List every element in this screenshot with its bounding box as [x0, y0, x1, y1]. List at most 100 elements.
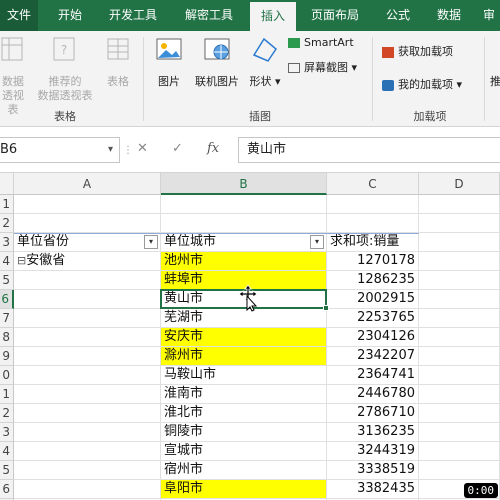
- sales-value-cell[interactable]: 2304126: [327, 328, 419, 347]
- cell[interactable]: [419, 404, 500, 423]
- cell[interactable]: [14, 309, 161, 328]
- row-header[interactable]: 2: [0, 404, 14, 423]
- cell[interactable]: [419, 328, 500, 347]
- cell[interactable]: [419, 347, 500, 366]
- cell[interactable]: [419, 290, 500, 309]
- picture-button[interactable]: 图片: [152, 35, 186, 89]
- cell[interactable]: [419, 214, 500, 233]
- row-header[interactable]: 4: [0, 252, 14, 271]
- cell[interactable]: [419, 271, 500, 290]
- cell[interactable]: [14, 404, 161, 423]
- collapse-icon[interactable]: ⊟: [17, 254, 26, 267]
- cell[interactable]: [14, 271, 161, 290]
- cell[interactable]: [419, 366, 500, 385]
- sales-value-cell[interactable]: 3338519: [327, 461, 419, 480]
- shapes-button[interactable]: 形状 ▾: [246, 35, 284, 89]
- sales-value-cell[interactable]: 3136235: [327, 423, 419, 442]
- pivot-header-sum[interactable]: 求和项:销量: [327, 233, 419, 252]
- formula-input[interactable]: 黄山市: [238, 137, 500, 163]
- tab-file[interactable]: 文件: [0, 0, 38, 31]
- cell[interactable]: [419, 252, 500, 271]
- fill-handle[interactable]: [323, 305, 329, 311]
- cell[interactable]: [14, 480, 161, 499]
- row-header[interactable]: 1: [0, 385, 14, 404]
- cell[interactable]: [161, 214, 327, 233]
- row-header[interactable]: 5: [0, 461, 14, 480]
- column-header-b[interactable]: B: [161, 173, 327, 195]
- pivot-table-button[interactable]: 数据 透视表: [0, 35, 26, 117]
- row-header[interactable]: 5: [0, 271, 14, 290]
- table-button[interactable]: 表格: [103, 35, 133, 89]
- smartart-button[interactable]: SmartArt: [288, 36, 368, 50]
- city-cell[interactable]: 阜阳市: [161, 480, 327, 499]
- cell[interactable]: [14, 461, 161, 480]
- row-header[interactable]: 6: [0, 480, 14, 499]
- tab-review[interactable]: 审: [478, 0, 500, 31]
- sales-value-cell[interactable]: 2446780: [327, 385, 419, 404]
- select-all-corner[interactable]: [0, 173, 14, 195]
- pivot-header-city[interactable]: 单位城市: [161, 233, 327, 252]
- cell[interactable]: [14, 347, 161, 366]
- column-header-d[interactable]: D: [419, 173, 500, 195]
- cell[interactable]: [419, 195, 500, 214]
- tab-developer[interactable]: 开发工具: [103, 0, 163, 31]
- cell[interactable]: [419, 385, 500, 404]
- cell[interactable]: [14, 366, 161, 385]
- online-picture-button[interactable]: 联机图片: [191, 35, 243, 89]
- enter-icon[interactable]: ✓: [172, 141, 183, 156]
- row-header[interactable]: 0: [0, 366, 14, 385]
- my-addins-button[interactable]: 我的加载项 ▾: [382, 78, 476, 92]
- sales-value-cell[interactable]: 2253765: [327, 309, 419, 328]
- row-header[interactable]: 9: [0, 347, 14, 366]
- sales-value-cell[interactable]: 2786710: [327, 404, 419, 423]
- city-cell[interactable]: 池州市: [161, 252, 327, 271]
- sales-value-cell[interactable]: 3244319: [327, 442, 419, 461]
- sales-value-cell[interactable]: 3382435: [327, 480, 419, 499]
- row-header[interactable]: 3: [0, 233, 14, 252]
- tab-data[interactable]: 数据: [428, 0, 470, 31]
- sales-value-cell[interactable]: 2002915: [327, 290, 419, 309]
- worksheet-grid[interactable]: A B C D 1 2 3 单位省份 单位城市 求和项:销量 4 ⊟安徽省 池州市 1270178…: [0, 173, 500, 500]
- pivot-header-province[interactable]: 单位省份: [14, 233, 161, 252]
- partial-ribbon-button[interactable]: 推: [490, 75, 500, 89]
- insert-function-icon[interactable]: fx: [207, 141, 219, 156]
- cell[interactable]: [327, 195, 419, 214]
- screenshot-button[interactable]: 屏幕截图 ▾: [288, 61, 368, 75]
- row-header[interactable]: 2: [0, 214, 14, 233]
- cancel-icon[interactable]: ✕: [137, 141, 148, 156]
- row-header[interactable]: 4: [0, 442, 14, 461]
- sales-value-cell[interactable]: 1286235: [327, 271, 419, 290]
- cell[interactable]: [419, 233, 500, 252]
- tab-formulas[interactable]: 公式: [378, 0, 418, 31]
- cell[interactable]: [419, 423, 500, 442]
- cell[interactable]: [14, 290, 161, 309]
- city-cell[interactable]: 宿州市: [161, 461, 327, 480]
- cell[interactable]: [419, 309, 500, 328]
- filter-dropdown-icon[interactable]: ▾: [144, 235, 158, 249]
- cell[interactable]: [161, 195, 327, 214]
- cell[interactable]: [14, 442, 161, 461]
- city-cell[interactable]: 滁州市: [161, 347, 327, 366]
- cell[interactable]: [14, 423, 161, 442]
- cell[interactable]: [419, 442, 500, 461]
- cell[interactable]: [14, 385, 161, 404]
- column-header-a[interactable]: A: [14, 173, 161, 195]
- city-cell[interactable]: 铜陵市: [161, 423, 327, 442]
- row-header[interactable]: 7: [0, 309, 14, 328]
- row-header[interactable]: 3: [0, 423, 14, 442]
- column-header-c[interactable]: C: [327, 173, 419, 195]
- sales-value-cell[interactable]: 2342207: [327, 347, 419, 366]
- sales-value-cell[interactable]: 1270178: [327, 252, 419, 271]
- name-box[interactable]: B6 ▾: [0, 137, 120, 163]
- cell[interactable]: [14, 328, 161, 347]
- cell[interactable]: [419, 461, 500, 480]
- city-cell[interactable]: 安庆市: [161, 328, 327, 347]
- chevron-down-icon[interactable]: ▾: [108, 138, 113, 162]
- tab-home[interactable]: 开始: [50, 0, 90, 31]
- tab-page-layout[interactable]: 页面布局: [303, 0, 367, 31]
- city-cell[interactable]: 马鞍山市: [161, 366, 327, 385]
- row-header[interactable]: 6: [0, 290, 14, 309]
- row-header[interactable]: 8: [0, 328, 14, 347]
- filter-sort-icon[interactable]: ▾: [310, 235, 324, 249]
- tab-decrypt-tools[interactable]: 解密工具: [178, 0, 240, 31]
